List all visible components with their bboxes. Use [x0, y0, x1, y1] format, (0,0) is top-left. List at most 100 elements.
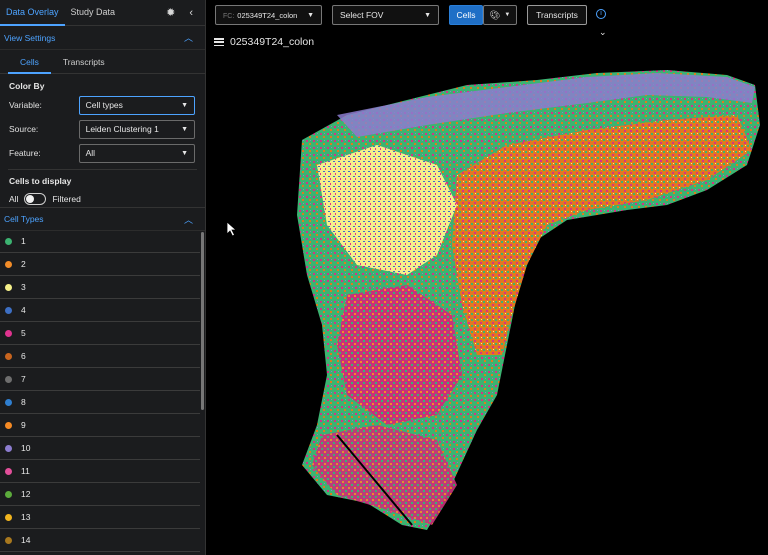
tab-study-data[interactable]: Study Data	[65, 0, 122, 26]
color-dot-icon	[5, 421, 12, 429]
tab-data-overlay[interactable]: Data Overlay	[0, 0, 65, 26]
cell-type-label: 7	[21, 374, 26, 384]
top-toolbar: FC: 025349T24_colon ▼ Select FOV ▼ Cells …	[207, 0, 768, 37]
color-dot-icon	[5, 490, 12, 498]
toggle-label-filtered: Filtered	[52, 194, 81, 204]
source-value: Leiden Clustering 1	[85, 124, 159, 134]
color-dot-icon	[5, 444, 12, 452]
cell-type-label: 13	[21, 512, 31, 522]
color-dot-icon	[5, 467, 12, 475]
source-row: Source: Leiden Clustering 1 ▼	[0, 117, 205, 141]
toggle-label-all: All	[9, 194, 19, 204]
sidebar-top-icons: ✹ ‹	[166, 7, 193, 19]
variable-label: Variable:	[9, 100, 42, 110]
transcripts-button[interactable]: Transcripts	[527, 5, 587, 25]
tissue-region-orange	[452, 115, 752, 355]
cell-type-item[interactable]: 13	[0, 506, 200, 529]
cell-type-item[interactable]: 10	[0, 437, 200, 460]
chevron-up-icon[interactable]: ︿	[184, 213, 193, 226]
cell-type-label: 1	[21, 236, 26, 246]
cell-type-label: 14	[21, 535, 31, 545]
cell-types-header[interactable]: Cell Types ︿	[0, 207, 205, 231]
variable-select[interactable]: Cell types ▼	[78, 95, 195, 115]
toggle-knob	[26, 195, 35, 203]
cell-type-item[interactable]: 6	[0, 345, 200, 368]
caret-down-icon: ▼	[181, 101, 188, 109]
cell-type-item[interactable]: 1	[0, 230, 200, 253]
color-dot-icon	[5, 237, 12, 245]
fov-select[interactable]: Select FOV ▼	[332, 5, 439, 25]
viewer-title: 025349T24_colon	[230, 36, 315, 48]
slide-select[interactable]: FC: 025349T24_colon ▼	[215, 5, 322, 25]
cell-type-item[interactable]: 5	[0, 322, 200, 345]
caret-down-icon: ▼	[181, 149, 188, 157]
feature-select[interactable]: All ▼	[78, 143, 195, 163]
cell-type-item[interactable]: 7	[0, 368, 200, 391]
caret-down-icon: ▼	[181, 125, 188, 133]
cell-type-label: 10	[21, 443, 31, 453]
cell-type-item[interactable]: 2	[0, 253, 200, 276]
cell-type-label: 9	[21, 420, 26, 430]
cell-types-list: 1 2 3 4 5 6 7 8 9 10 11 12 13 14	[0, 230, 200, 552]
cell-type-item[interactable]: 8	[0, 391, 200, 414]
chevron-up-icon[interactable]: ︿	[184, 31, 193, 44]
color-dot-icon	[5, 283, 12, 291]
cell-type-item[interactable]: 3	[0, 276, 200, 299]
caret-down-icon: ▼	[307, 11, 314, 19]
cell-type-label: 2	[21, 259, 26, 269]
color-dot-icon	[5, 398, 12, 406]
color-dot-icon	[5, 260, 12, 268]
cell-type-label: 8	[21, 397, 26, 407]
subtab-transcripts[interactable]: Transcripts	[51, 50, 117, 74]
source-label: Source:	[9, 124, 39, 134]
cell-types-title: Cell Types	[4, 214, 44, 224]
view-settings-subtabs: Cells Transcripts	[0, 50, 205, 74]
feature-label: Feature:	[9, 148, 41, 158]
mouse-cursor-icon	[226, 221, 238, 237]
cell-type-label: 11	[21, 466, 30, 476]
cell-type-item[interactable]: 12	[0, 483, 200, 506]
tissue-visualization[interactable]	[207, 55, 768, 555]
cell-type-label: 12	[21, 489, 31, 499]
color-by-title: Color By	[9, 81, 45, 91]
cells-to-display-title: Cells to display	[9, 176, 72, 186]
color-dot-icon	[5, 536, 12, 544]
color-dot-icon	[5, 375, 12, 383]
sidebar-scrollbar[interactable]	[201, 232, 204, 410]
divider	[8, 169, 197, 170]
view-settings-header[interactable]: View Settings ︿	[0, 26, 205, 50]
color-dot-icon	[5, 513, 12, 521]
sun-icon[interactable]: ✹	[166, 7, 175, 19]
cell-type-label: 3	[21, 282, 26, 292]
sidebar: Data Overlay Study Data ✹ ‹ View Setting…	[0, 0, 206, 555]
cells-filter-toggle[interactable]	[24, 193, 47, 205]
cell-type-item[interactable]: 4	[0, 299, 200, 322]
cell-type-label: 4	[21, 305, 26, 315]
cell-type-item[interactable]: 11	[0, 460, 200, 483]
slide-prefix: FC:	[223, 13, 235, 20]
cells-button[interactable]: Cells	[449, 5, 483, 25]
color-dot-icon	[5, 329, 12, 337]
chevron-left-icon[interactable]: ‹	[189, 7, 193, 19]
view-settings-title: View Settings	[4, 32, 56, 43]
variable-row: Variable: Cell types ▼	[0, 93, 205, 117]
slide-value: 025349T24_colon	[237, 11, 298, 20]
feature-row: Feature: All ▼	[0, 141, 205, 165]
color-dot-icon	[5, 306, 12, 314]
palette-menu-button[interactable]: 🎨︎ ▼	[483, 5, 517, 25]
viewer-title-bar: 025349T24_colon	[214, 36, 314, 48]
menu-icon[interactable]	[214, 38, 224, 46]
subtab-cells[interactable]: Cells	[8, 50, 51, 74]
cell-type-label: 6	[21, 351, 26, 361]
source-select[interactable]: Leiden Clustering 1 ▼	[78, 119, 195, 139]
cell-type-item[interactable]: 9	[0, 414, 200, 437]
caret-down-icon: ▼	[504, 12, 511, 18]
cell-type-item[interactable]: 14	[0, 529, 200, 552]
fov-placeholder: Select FOV	[340, 10, 384, 20]
color-dot-icon	[5, 352, 12, 360]
info-icon[interactable]: i	[596, 9, 606, 19]
chevron-down-icon[interactable]: ⌄	[599, 27, 607, 38]
caret-down-icon: ▼	[424, 11, 431, 19]
variable-value: Cell types	[85, 100, 123, 110]
feature-value: All	[85, 148, 96, 158]
